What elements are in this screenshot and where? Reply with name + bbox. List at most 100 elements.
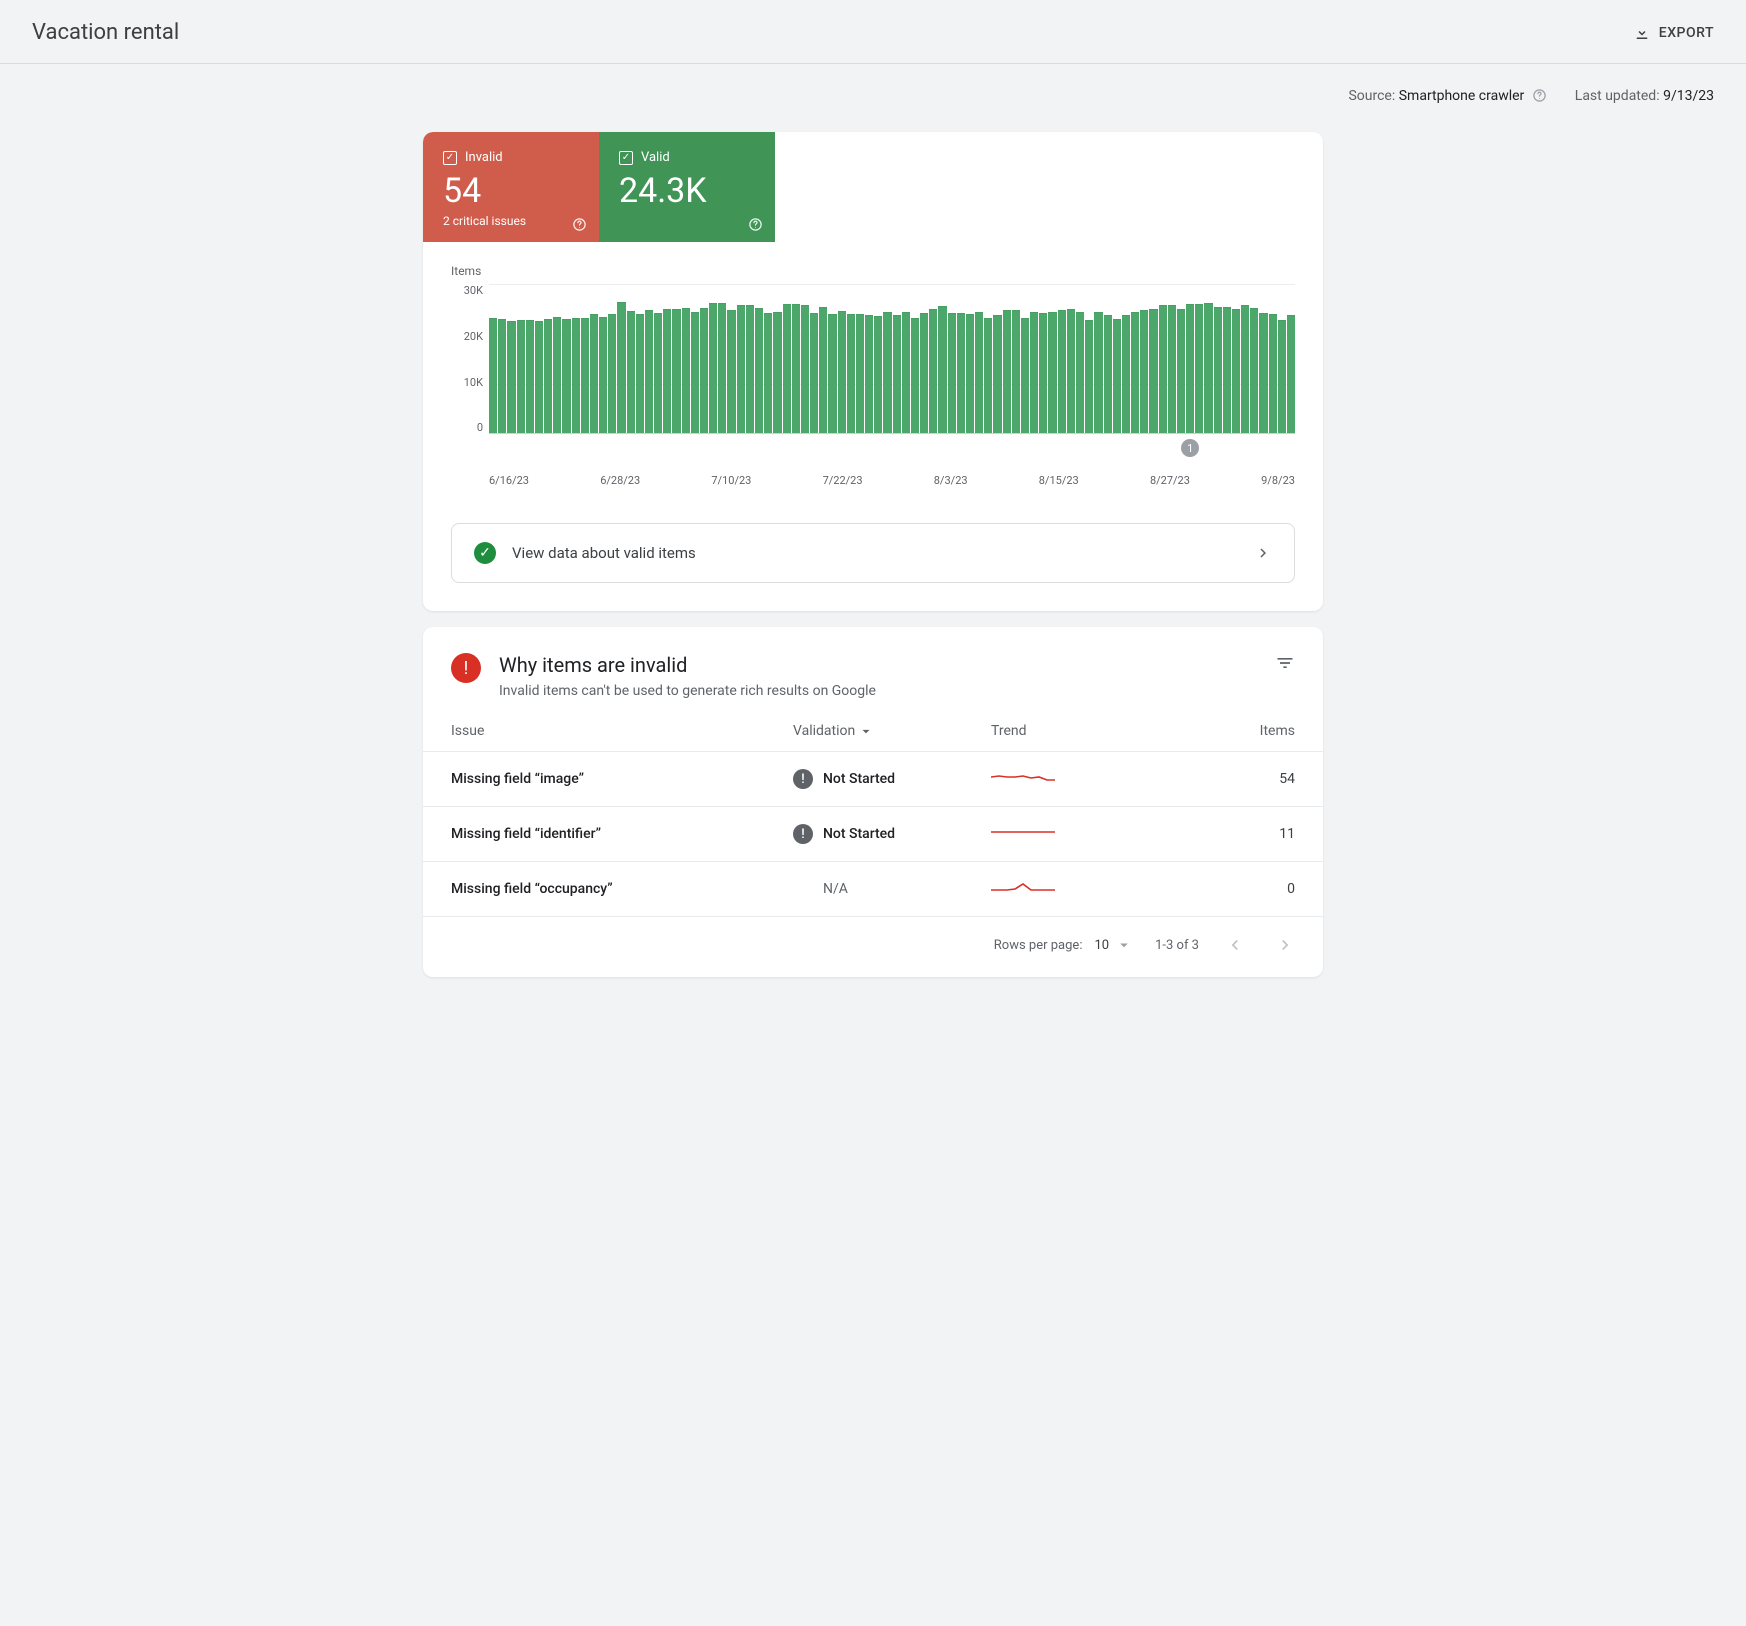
chart-bar[interactable] <box>902 312 910 434</box>
chart-bar[interactable] <box>654 313 662 433</box>
chart-bar[interactable] <box>865 315 873 434</box>
rows-per-page-select[interactable]: 10 <box>1094 936 1133 954</box>
chart-bar[interactable] <box>1287 315 1295 433</box>
chart-bar[interactable] <box>938 306 946 433</box>
chart-bar[interactable] <box>1204 303 1212 434</box>
chart-bar[interactable] <box>1159 305 1167 433</box>
chart-bar[interactable] <box>1168 305 1176 433</box>
help-icon[interactable] <box>572 217 587 232</box>
chart-bar[interactable] <box>1195 304 1203 434</box>
col-trend-header[interactable]: Trend <box>981 717 1179 752</box>
chart-bar[interactable] <box>993 315 1001 433</box>
chart-bar[interactable] <box>828 314 836 433</box>
chart-bar[interactable] <box>764 313 772 434</box>
chart-bar[interactable] <box>645 310 653 433</box>
filter-icon[interactable] <box>1275 653 1295 673</box>
chart-bar[interactable] <box>535 321 543 434</box>
table-row[interactable]: Missing field “image”!Not Started54 <box>423 752 1323 807</box>
chart-bar[interactable] <box>1113 319 1121 434</box>
chart-bar[interactable] <box>1232 309 1240 434</box>
chart-bar[interactable] <box>929 309 937 434</box>
chart-bar[interactable] <box>773 312 781 434</box>
chart-bar[interactable] <box>498 319 506 433</box>
chart-bar[interactable] <box>599 317 607 433</box>
chart-bar[interactable] <box>975 312 983 434</box>
chart-bar[interactable] <box>544 319 552 434</box>
view-valid-items-button[interactable]: ✓ View data about valid items <box>451 523 1295 583</box>
chart-bar[interactable] <box>1149 309 1157 434</box>
chart-bar[interactable] <box>727 310 735 433</box>
chart-bar[interactable] <box>874 316 882 433</box>
chart-bar[interactable] <box>1241 305 1249 433</box>
chart-bar[interactable] <box>819 307 827 434</box>
chart-bar[interactable] <box>608 314 616 434</box>
chart-bar[interactable] <box>1186 304 1194 434</box>
chart-bar[interactable] <box>672 309 680 433</box>
chart-bar[interactable] <box>526 320 534 434</box>
chart-bar[interactable] <box>810 313 818 434</box>
chart-bar[interactable] <box>1085 320 1093 433</box>
chart-bar[interactable] <box>883 312 891 434</box>
chart-bar[interactable] <box>1223 307 1231 434</box>
chart-bar[interactable] <box>1259 313 1267 434</box>
chart-bar[interactable] <box>709 303 717 434</box>
tile-invalid[interactable]: ✓ Invalid 54 2 critical issues <box>423 132 599 242</box>
tile-valid[interactable]: ✓ Valid 24.3K <box>599 132 775 242</box>
chart-bar[interactable] <box>663 309 671 433</box>
export-button[interactable]: EXPORT <box>1633 24 1714 42</box>
chart-bar[interactable] <box>700 308 708 433</box>
chart-bar[interactable] <box>590 314 598 433</box>
chart-bar[interactable] <box>489 318 497 433</box>
chart-bar[interactable] <box>801 305 809 433</box>
chart-bar[interactable] <box>792 304 800 434</box>
next-page-button[interactable] <box>1271 931 1299 959</box>
col-items-header[interactable]: Items <box>1179 717 1323 752</box>
chart-bar[interactable] <box>737 305 745 434</box>
chart-bar[interactable] <box>893 315 901 433</box>
chart-bar[interactable] <box>636 314 644 433</box>
col-issue-header[interactable]: Issue <box>423 717 783 752</box>
chart-bar[interactable] <box>856 314 864 433</box>
chart-bar[interactable] <box>581 318 589 433</box>
chart-bar[interactable] <box>783 304 791 434</box>
chart-bar[interactable] <box>507 321 515 433</box>
table-row[interactable]: Missing field “identifier”!Not Started11 <box>423 807 1323 862</box>
chart-bar[interactable] <box>1104 315 1112 433</box>
chart-bar[interactable] <box>847 314 855 433</box>
chart-bar[interactable] <box>1269 314 1277 434</box>
chart-bar[interactable] <box>572 318 580 434</box>
help-icon[interactable] <box>748 217 763 232</box>
chart-bar[interactable] <box>1177 309 1185 434</box>
chart-bar[interactable] <box>691 312 699 434</box>
chart-bar[interactable] <box>838 311 846 434</box>
chart-bar[interactable] <box>1067 309 1075 434</box>
chart-bar[interactable] <box>1076 312 1084 434</box>
chart-bar[interactable] <box>1039 313 1047 434</box>
chart-bar[interactable] <box>911 318 919 434</box>
chart-bar[interactable] <box>553 317 561 434</box>
chart-bar[interactable] <box>1094 312 1102 434</box>
chart-bar[interactable] <box>617 302 625 434</box>
chart-bar[interactable] <box>1058 310 1066 433</box>
chart-bar[interactable] <box>957 313 965 434</box>
chart-bar[interactable] <box>562 319 570 433</box>
chart-bar[interactable] <box>920 313 928 434</box>
chart-bar[interactable] <box>517 320 525 433</box>
chart-bar[interactable] <box>627 311 635 434</box>
chart-bar[interactable] <box>1030 312 1038 434</box>
chart-bar[interactable] <box>1140 310 1148 433</box>
table-row[interactable]: Missing field “occupancy”N/A0 <box>423 862 1323 917</box>
help-icon[interactable] <box>1532 88 1547 103</box>
chart-bar[interactable] <box>1278 320 1286 434</box>
chart-bar[interactable] <box>718 303 726 434</box>
chart-bar[interactable] <box>1122 315 1130 433</box>
chart-bar[interactable] <box>1048 312 1056 434</box>
chart-bar[interactable] <box>1131 312 1139 434</box>
chart-bar[interactable] <box>682 308 690 434</box>
prev-page-button[interactable] <box>1221 931 1249 959</box>
chart-bar[interactable] <box>1214 307 1222 434</box>
chart-bar[interactable] <box>966 314 974 433</box>
chart-bar[interactable] <box>1250 308 1258 434</box>
chart-bar[interactable] <box>1021 318 1029 434</box>
chart-bar[interactable] <box>746 305 754 434</box>
